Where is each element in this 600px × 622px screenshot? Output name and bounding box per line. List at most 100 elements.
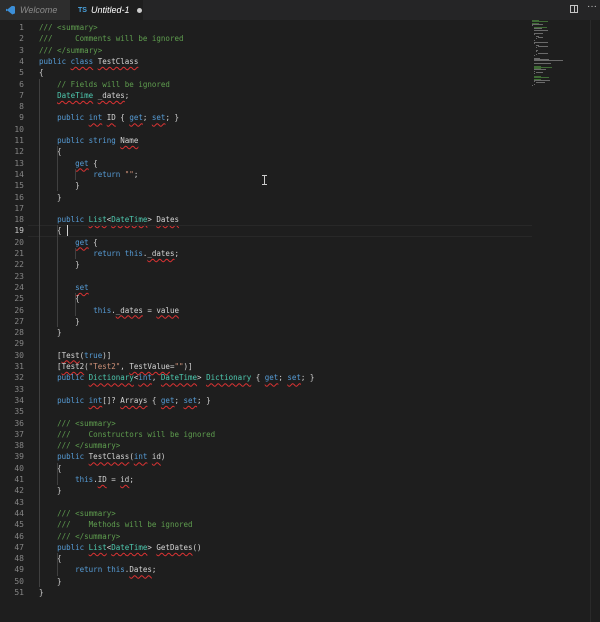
code-text[interactable]: DateTime _dates; (39, 90, 129, 101)
code-line[interactable]: 6 // Fields will be ignored (0, 79, 600, 90)
code-line[interactable]: 26 this._dates = value (0, 305, 600, 316)
code-line[interactable]: 2 /// Comments will be ignored (0, 33, 600, 44)
tab-untitled-1[interactable]: TS Untitled-1 (70, 0, 143, 20)
code-editor[interactable]: 1 /// <summary> 2 /// Comments will be igno… (0, 20, 600, 622)
code-line[interactable]: 42 } (0, 485, 600, 496)
code-text[interactable]: } (39, 576, 62, 587)
code-text[interactable]: } (39, 259, 80, 270)
code-text[interactable]: } (39, 485, 62, 496)
code-line[interactable]: 29 (0, 338, 600, 349)
code-line[interactable]: 12 { (0, 146, 600, 157)
code-text[interactable]: return ""; (39, 169, 138, 180)
code-text[interactable]: public Dictionary<int, DateTime> Diction… (39, 372, 314, 383)
code-line[interactable]: 13 get { (0, 158, 600, 169)
code-line[interactable]: 10 (0, 124, 600, 135)
code-text[interactable]: public string Name (39, 135, 138, 146)
code-line[interactable]: 16 } (0, 192, 600, 203)
code-text[interactable]: public List<DateTime> Dates (39, 214, 179, 225)
code-text[interactable]: /// <summary> (39, 508, 116, 519)
code-line[interactable]: 27 } (0, 316, 600, 327)
code-line[interactable]: 35 (0, 406, 600, 417)
code-text[interactable]: } (39, 587, 44, 598)
code-text[interactable]: { (39, 553, 62, 564)
code-line[interactable]: 44 /// <summary> (0, 508, 600, 519)
code-text[interactable]: [Test2("Test2", TestValue="")] (39, 361, 192, 372)
code-line[interactable]: 33 (0, 384, 600, 395)
code-line[interactable]: 3 /// </summary> (0, 45, 600, 56)
unsaved-dot-icon[interactable] (137, 7, 143, 13)
code-text[interactable]: /// </summary> (39, 531, 120, 542)
code-text[interactable]: public int[]? Arrays { get; set; } (39, 395, 211, 406)
code-text[interactable]: /// </summary> (39, 440, 120, 451)
minimap[interactable] (532, 20, 590, 90)
code-line[interactable]: 23 (0, 271, 600, 282)
code-line[interactable]: 36 /// <summary> (0, 418, 600, 429)
code-line[interactable]: 9 public int ID { get; set; } (0, 112, 600, 123)
vertical-scrollbar[interactable] (590, 20, 600, 622)
code-text[interactable]: { (39, 463, 62, 474)
code-line[interactable]: 4 public class TestClass (0, 56, 600, 67)
code-text[interactable]: // Fields will be ignored (39, 79, 170, 90)
code-line[interactable]: 25 { (0, 293, 600, 304)
code-text[interactable]: public TestClass(int id) (39, 451, 165, 462)
code-line[interactable]: 51} (0, 587, 600, 598)
code-line[interactable]: 19 { (0, 225, 600, 237)
code-line[interactable]: 45 /// Methods will be ignored (0, 519, 600, 530)
code-line[interactable]: 17 (0, 203, 600, 214)
code-line[interactable]: 37 /// Constructors will be ignored (0, 429, 600, 440)
code-text[interactable]: public class TestClass (39, 56, 138, 67)
code-text[interactable]: } (39, 327, 62, 338)
code-line[interactable]: 1 /// <summary> (0, 22, 600, 33)
code-text[interactable]: /// Comments will be ignored (39, 33, 184, 44)
code-text[interactable]: [Test(true)] (39, 350, 111, 361)
code-text[interactable]: { (39, 67, 44, 78)
code-line[interactable]: 20 get { (0, 237, 600, 248)
code-line[interactable]: 14 return ""; (0, 169, 600, 180)
code-text[interactable]: this.ID = id; (39, 474, 134, 485)
more-actions-icon[interactable]: ··· (587, 1, 597, 12)
code-text[interactable]: } (39, 180, 80, 191)
code-line[interactable]: 40 { (0, 463, 600, 474)
code-line[interactable]: 41 this.ID = id; (0, 474, 600, 485)
code-line[interactable]: 30 [Test(true)] (0, 350, 600, 361)
code-text[interactable]: } (39, 316, 80, 327)
code-line[interactable]: 48 { (0, 553, 600, 564)
code-text[interactable]: set (39, 282, 89, 293)
code-line[interactable]: 11 public string Name (0, 135, 600, 146)
code-text[interactable]: /// Methods will be ignored (39, 519, 192, 530)
code-text[interactable]: public List<DateTime> GetDates() (39, 542, 202, 553)
code-text[interactable]: get { (39, 237, 98, 248)
code-line[interactable]: 39 public TestClass(int id) (0, 451, 600, 462)
code-line[interactable]: 47 public List<DateTime> GetDates() (0, 542, 600, 553)
code-line[interactable]: 28 } (0, 327, 600, 338)
code-text[interactable]: /// </summary> (39, 45, 102, 56)
code-text[interactable]: /// <summary> (39, 22, 98, 33)
code-text[interactable]: /// Constructors will be ignored (39, 429, 215, 440)
code-line[interactable]: 50 } (0, 576, 600, 587)
code-text[interactable]: { (39, 293, 80, 304)
code-text[interactable]: get { (39, 158, 98, 169)
code-text[interactable]: { (39, 146, 62, 157)
code-line[interactable]: 18 public List<DateTime> Dates (0, 214, 600, 225)
code-text[interactable]: { (39, 225, 62, 236)
code-line[interactable]: 5{ (0, 67, 600, 78)
code-line[interactable]: 7 DateTime _dates; (0, 90, 600, 101)
code-line[interactable]: 49 return this.Dates; (0, 564, 600, 575)
code-line[interactable]: 8 (0, 101, 600, 112)
code-line[interactable]: 15 } (0, 180, 600, 191)
code-text[interactable]: return this._dates; (39, 248, 179, 259)
tab-welcome[interactable]: Welcome (0, 0, 70, 20)
code-text[interactable]: public int ID { get; set; } (39, 112, 179, 123)
code-text[interactable]: /// <summary> (39, 418, 116, 429)
code-line[interactable]: 21 return this._dates; (0, 248, 600, 259)
code-text[interactable]: } (39, 192, 62, 203)
code-line[interactable]: 31 [Test2("Test2", TestValue="")] (0, 361, 600, 372)
code-line[interactable]: 22 } (0, 259, 600, 270)
code-text[interactable]: this._dates = value (39, 305, 179, 316)
code-line[interactable]: 24 set (0, 282, 600, 293)
code-line[interactable]: 38 /// </summary> (0, 440, 600, 451)
code-line[interactable]: 43 (0, 497, 600, 508)
code-line[interactable]: 46 /// </summary> (0, 531, 600, 542)
code-line[interactable]: 32 public Dictionary<int, DateTime> Dict… (0, 372, 600, 383)
split-editor-icon[interactable] (570, 5, 578, 13)
